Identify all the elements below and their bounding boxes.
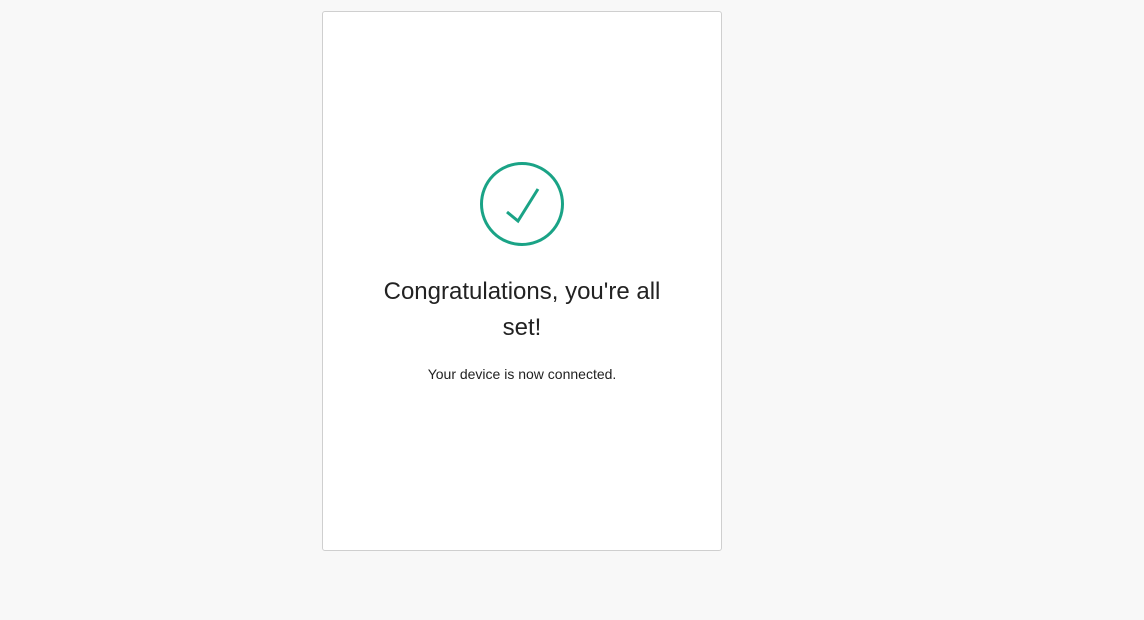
success-message: Your device is now connected. (427, 366, 617, 382)
check-circle-icon (480, 162, 564, 246)
success-title: Congratulations, you're all set! (383, 278, 661, 341)
success-card: Congratulations, you're all set! Your de… (322, 11, 722, 551)
